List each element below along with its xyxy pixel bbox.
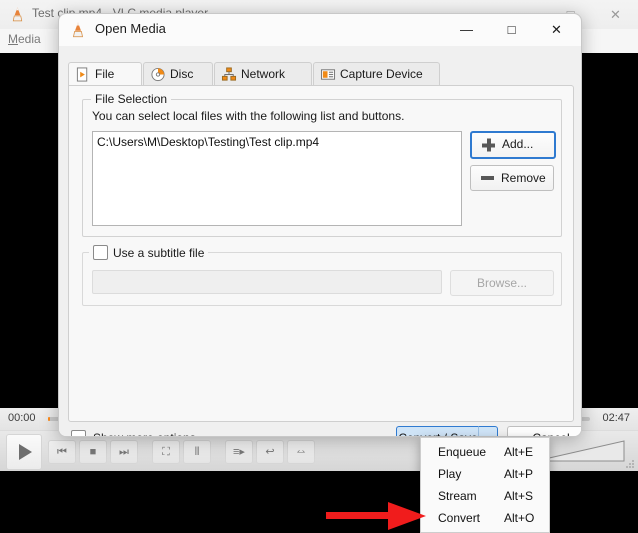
red-arrow-annotation	[326, 502, 426, 530]
browse-button: Browse...	[450, 270, 554, 296]
menu-item-stream-shortcut: Alt+S	[504, 489, 534, 503]
show-more-options-label: Show more options	[93, 431, 196, 436]
file-selection-group-title: File Selection	[91, 92, 172, 106]
tab-network-label: Network	[241, 67, 286, 81]
seek-progress	[48, 417, 50, 421]
capture-device-icon	[320, 69, 336, 80]
vlc-cone-icon	[73, 22, 83, 38]
add-button[interactable]: Add...	[470, 131, 556, 159]
network-icon	[221, 67, 237, 81]
dialog-close-button[interactable]: ✕	[534, 14, 579, 46]
show-more-options-checkbox[interactable]	[71, 430, 86, 436]
resize-grip[interactable]	[625, 459, 635, 469]
cancel-button[interactable]: Cancel	[507, 426, 581, 436]
stop-button[interactable]: ■	[79, 440, 107, 464]
remove-button-label: Remove	[501, 171, 546, 185]
file-selection-help-text: You can select local files with the foll…	[92, 109, 405, 123]
dialog-body: File Disc Network Capture Device File Se…	[59, 46, 581, 436]
menu-item-enqueue[interactable]: Enqueue Alt+E	[421, 442, 549, 464]
list-item[interactable]: C:\Users\M\Desktop\Testing\Test clip.mp4	[97, 135, 319, 149]
menu-item-enqueue-label: Enqueue	[438, 445, 487, 459]
tab-file-label: File	[95, 67, 115, 81]
vlc-cone-icon	[12, 7, 23, 22]
extended-settings-button[interactable]: ⫴	[183, 440, 211, 464]
tab-disc[interactable]: Disc	[143, 62, 213, 87]
menu-item-stream[interactable]: Stream Alt+S	[421, 486, 549, 508]
time-elapsed: 00:00	[8, 412, 36, 424]
fullscreen-button[interactable]: ⛶	[152, 440, 180, 464]
time-total: 02:47	[602, 412, 630, 424]
tab-capture-device[interactable]: Capture Device	[313, 62, 440, 87]
playlist-button[interactable]: ≡▸	[225, 440, 253, 464]
show-more-options-row[interactable]: Show more options	[71, 429, 196, 436]
file-icon	[76, 67, 88, 82]
minus-icon	[481, 176, 494, 180]
tab-network[interactable]: Network	[214, 62, 312, 87]
play-button[interactable]	[6, 434, 42, 470]
use-subtitle-checkbox[interactable]	[93, 245, 108, 261]
dialog-titlebar: Open Media — □ ✕	[59, 14, 581, 46]
next-button[interactable]: ⏭	[110, 440, 138, 464]
loop-button[interactable]: ↩	[256, 440, 284, 464]
subtitle-path-input	[92, 270, 442, 294]
tab-disc-label: Disc	[170, 67, 194, 81]
use-subtitle-label: Use a subtitle file	[113, 245, 205, 260]
vlc-close-button[interactable]: ✕	[593, 0, 638, 29]
remove-button[interactable]: Remove	[470, 165, 554, 191]
subtitle-group: Use a subtitle file Browse...	[82, 244, 562, 306]
plus-icon	[482, 138, 495, 152]
dialog-title: Open Media	[95, 21, 166, 36]
dialog-minimize-button[interactable]: —	[444, 14, 489, 46]
play-icon	[19, 444, 32, 460]
menu-item-convert[interactable]: Convert Alt+O	[421, 508, 549, 530]
dialog-maximize-button[interactable]: □	[489, 14, 534, 46]
menu-item-media[interactable]: Media	[8, 32, 41, 46]
file-tab-panel: File Selection You can select local file…	[68, 85, 574, 422]
menu-item-play-label: Play	[438, 467, 462, 481]
disc-icon	[151, 67, 165, 82]
tab-capture-device-label: Capture Device	[340, 67, 423, 81]
open-media-dialog: Open Media — □ ✕ File Disc Network Captu…	[58, 13, 582, 437]
convert-save-button[interactable]: Convert / Save	[396, 426, 479, 436]
menu-item-convert-label: Convert	[438, 511, 481, 525]
subtitle-group-header: Use a subtitle file	[89, 244, 209, 261]
convert-save-dropdown-button[interactable]	[478, 426, 498, 436]
random-button[interactable]: ⥎	[287, 440, 315, 464]
menu-item-play[interactable]: Play Alt+P	[421, 464, 549, 486]
file-list[interactable]: C:\Users\M\Desktop\Testing\Test clip.mp4	[92, 131, 462, 226]
previous-button[interactable]: ⏮	[48, 440, 76, 464]
tab-strip: File Disc Network Capture Device	[68, 62, 572, 88]
menu-item-media-rest: edia	[18, 32, 41, 46]
menu-item-play-shortcut: Alt+P	[504, 467, 534, 481]
file-selection-group: File Selection You can select local file…	[82, 92, 562, 237]
convert-save-dropdown-menu: Enqueue Alt+E Play Alt+P Stream Alt+S Co…	[420, 437, 550, 533]
menu-item-convert-shortcut: Alt+O	[504, 511, 535, 525]
add-button-label: Add...	[502, 137, 534, 151]
menu-item-enqueue-shortcut: Alt+E	[504, 445, 534, 459]
tab-file[interactable]: File	[68, 62, 142, 88]
menu-item-stream-label: Stream	[438, 489, 477, 503]
